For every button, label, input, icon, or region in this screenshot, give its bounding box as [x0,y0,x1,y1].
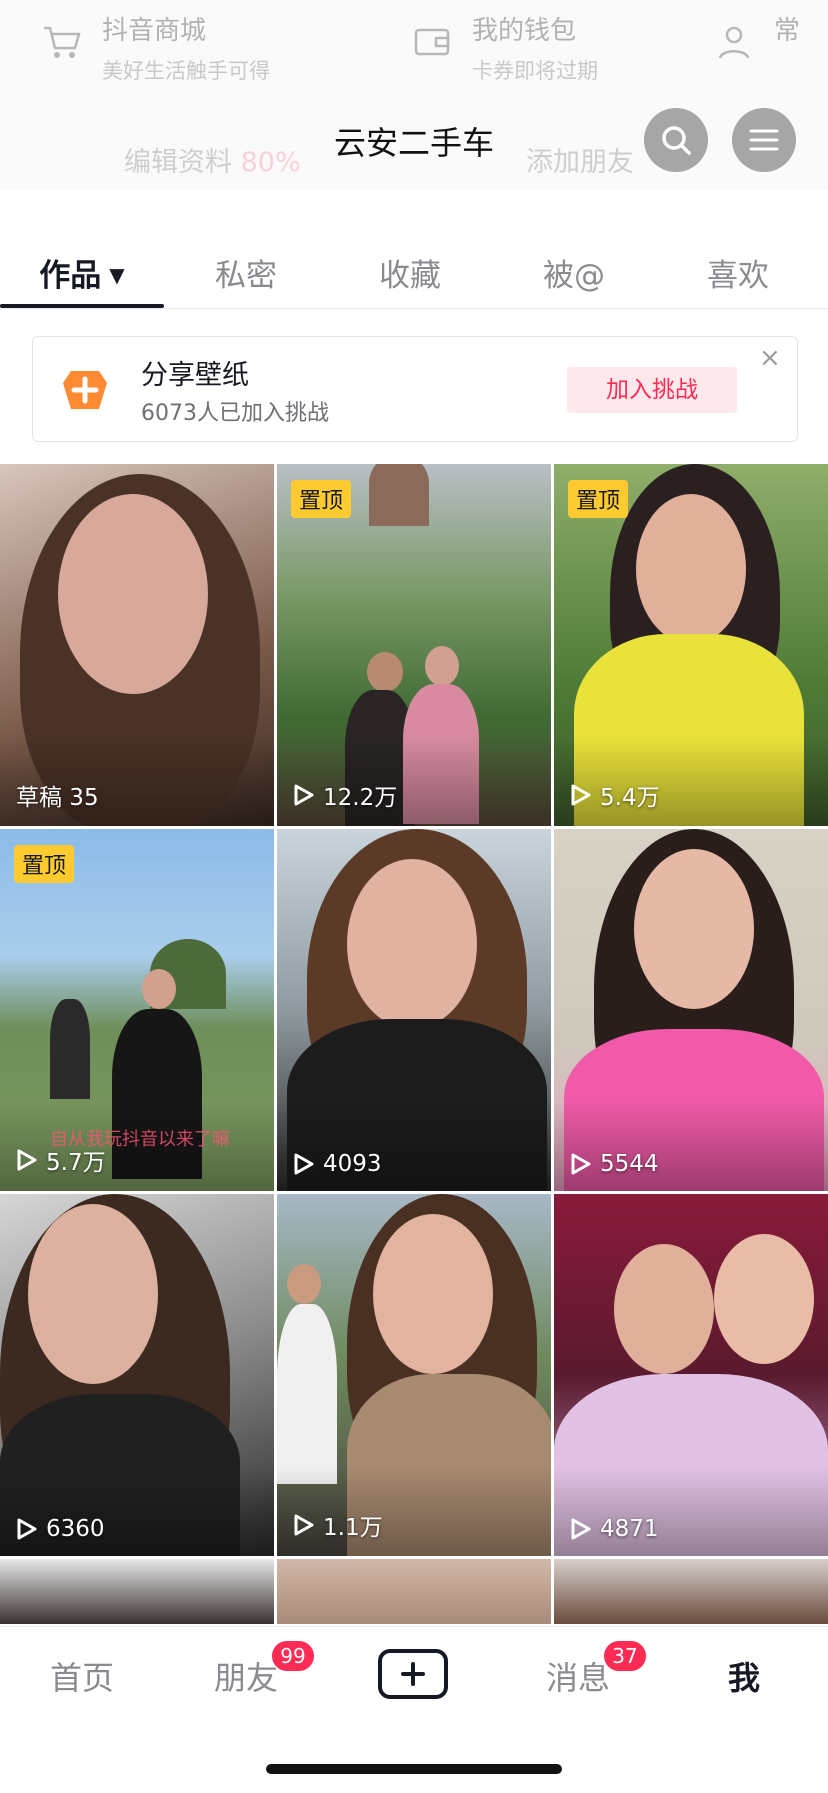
shortcut-frequent[interactable]: 常 [672,0,800,64]
play-count-value: 6360 [46,1516,105,1542]
video-cell[interactable]: 草稿 35 [0,464,274,826]
play-icon [294,1514,314,1536]
friends-count-badge: 99 [272,1641,314,1671]
wallet-icon [414,28,450,56]
tab-private[interactable]: 私密 [164,250,328,295]
challenge-subtitle: 6073人已加入挑战 [141,401,329,426]
close-icon[interactable]: × [759,343,781,373]
search-icon [662,126,691,155]
play-count-value: 4093 [323,1151,382,1177]
play-count-value: 5.4万 [600,785,660,811]
video-cell[interactable]: 置顶 5.4万 [554,464,828,826]
cart-icon [44,26,81,58]
shortcut-mall-subtitle: 美好生活触手可得 [102,59,270,83]
tab-mentions[interactable]: 被@ [492,250,656,295]
play-icon [17,1149,37,1171]
video-cell[interactable]: 5544 [554,829,828,1191]
play-icon [17,1518,37,1540]
play-count: 4093 [293,1151,382,1177]
challenge-badge-icon [63,371,107,409]
shortcut-mall-title: 抖音商城 [102,16,207,46]
caret-down-icon: ▼ [109,263,125,287]
video-cell[interactable]: 自从我玩抖音以来了嘛 置顶 5.7万 [0,829,274,1191]
video-cell[interactable]: 1.1万 [277,1194,551,1556]
video-grid: 草稿 35 置顶 12.2万 置顶 5.4万 自从我玩抖音以来了嘛 置顶 5.7… [0,464,828,1624]
play-count: 12.2万 [293,778,397,812]
person-icon [718,26,750,59]
menu-button[interactable] [732,108,796,172]
tab-active-indicator [0,304,164,308]
play-count-value: 4871 [600,1516,659,1542]
challenge-card[interactable]: 分享壁纸 6073人已加入挑战 加入挑战 × [32,336,798,442]
draft-label: 草稿 35 [16,785,99,811]
join-challenge-button[interactable]: 加入挑战 [567,367,737,413]
play-count-value: 1.1万 [323,1515,383,1541]
tab-favorites[interactable]: 收藏 [328,250,492,295]
video-cell[interactable]: 4871 [554,1194,828,1556]
shortcut-frequent-title: 常 [774,16,801,46]
tab-works[interactable]: 作品 ▼ [0,250,164,295]
video-cell[interactable] [0,1559,274,1624]
nav-me[interactable]: 我 [662,1653,826,1699]
play-count: 5.7万 [16,1143,106,1177]
play-count-value: 5.7万 [46,1150,106,1176]
shortcut-wallet-title: 我的钱包 [472,16,577,46]
play-icon [571,1153,591,1175]
pinned-badge: 置顶 [568,480,629,518]
video-cell[interactable]: 置顶 12.2万 [277,464,551,826]
play-count: 5544 [570,1151,659,1177]
play-icon [571,1518,591,1540]
plus-icon [401,1662,425,1686]
play-count-value: 5544 [600,1151,659,1177]
video-cell[interactable]: 6360 [0,1194,274,1556]
play-count: 4871 [570,1516,659,1542]
play-icon [294,1153,314,1175]
shortcut-wallet-subtitle: 卡券即将过期 [472,59,598,83]
shortcut-wallet[interactable]: 我的钱包卡券即将过期 [370,0,598,85]
tab-works-label: 作品 [39,258,102,294]
play-icon [571,784,591,806]
tab-likes[interactable]: 喜欢 [656,250,820,295]
search-button[interactable] [644,108,708,172]
pinned-badge: 置顶 [14,845,75,883]
play-icon [294,784,314,806]
profile-tabs: 作品 ▼ 私密 收藏 被@ 喜欢 [0,232,828,309]
challenge-title: 分享壁纸 [141,360,249,391]
shortcut-mall[interactable]: 抖音商城美好生活触手可得 [0,0,270,85]
play-count-value: 12.2万 [323,785,398,811]
nav-home[interactable]: 首页 [0,1653,164,1699]
play-count: 6360 [16,1516,105,1542]
video-cell[interactable] [277,1559,551,1624]
home-indicator [266,1764,562,1774]
video-cell[interactable] [554,1559,828,1624]
play-count: 1.1万 [293,1508,383,1542]
play-count: 5.4万 [570,778,660,812]
menu-icon [749,129,779,151]
pinned-badge: 置顶 [291,480,352,518]
draft-count: 草稿 35 [16,778,99,812]
video-cell[interactable]: 4093 [277,829,551,1191]
create-button[interactable] [378,1649,448,1699]
messages-count-badge: 37 [604,1641,646,1671]
